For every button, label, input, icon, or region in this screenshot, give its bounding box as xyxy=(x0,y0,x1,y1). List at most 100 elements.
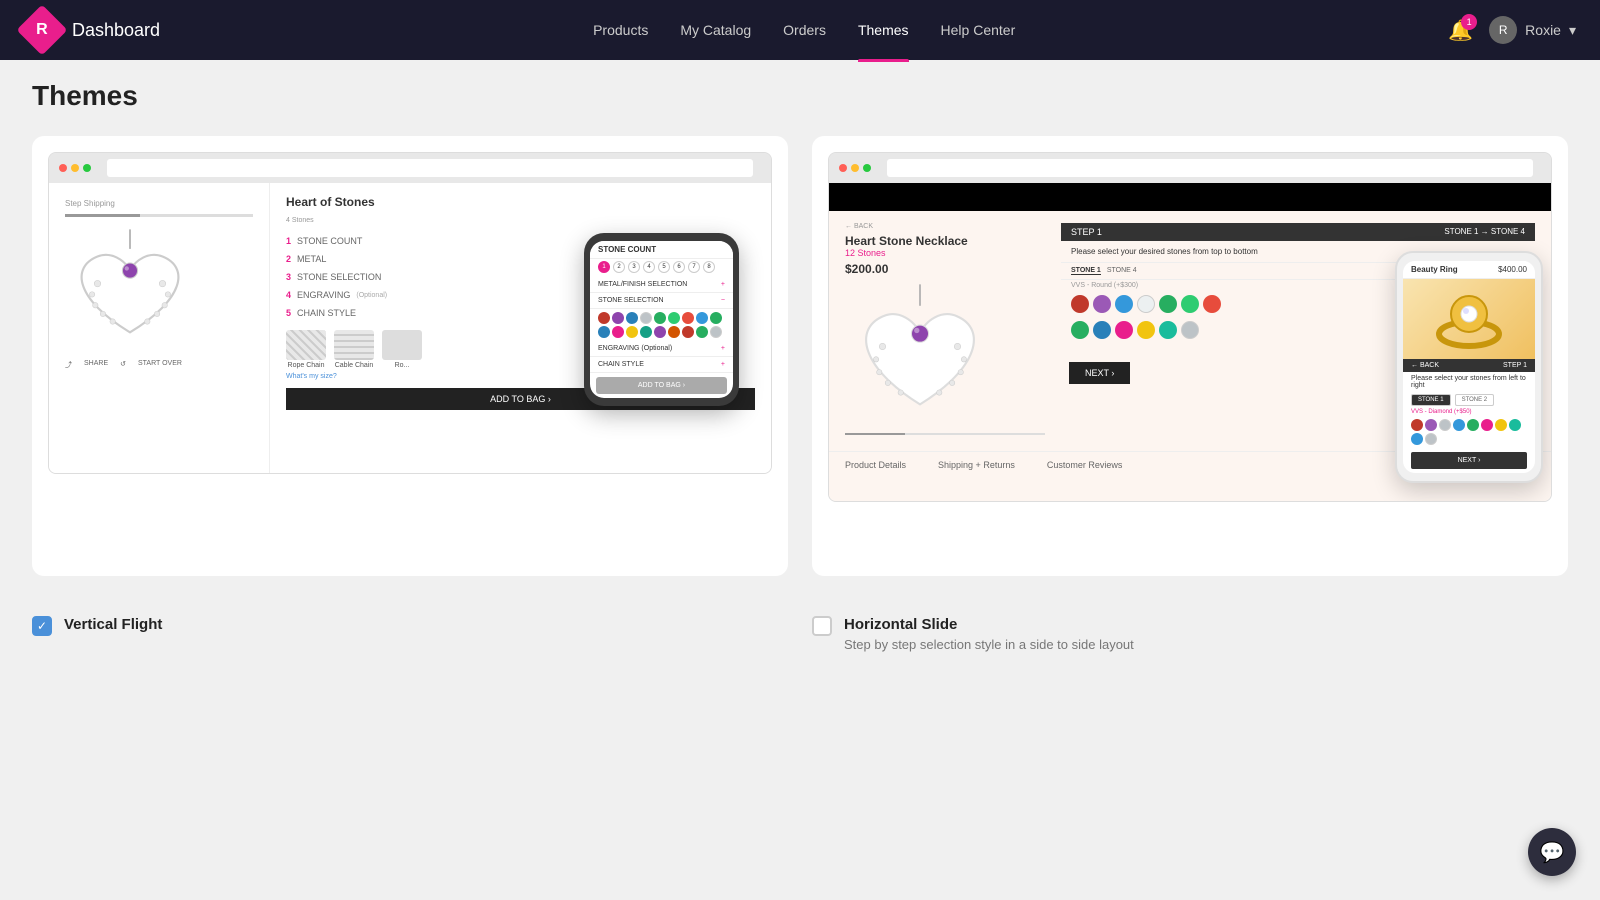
phone-metal-section[interactable]: METAL/FINISH SELECTION + xyxy=(590,277,733,293)
hs-stone-pink[interactable] xyxy=(1115,321,1133,339)
share-icon[interactable]: ⤴ xyxy=(65,360,72,370)
nav-help-center[interactable]: Help Center xyxy=(941,16,1016,44)
pr-stone-blue[interactable] xyxy=(1453,419,1465,431)
phone-stone-green1[interactable] xyxy=(654,312,666,324)
hs-stone-green2[interactable] xyxy=(1071,321,1089,339)
pr-stone-purple[interactable] xyxy=(1425,419,1437,431)
hs-stone-tab-2[interactable]: STONE 4 xyxy=(1107,267,1137,275)
horizontal-slide-title: Horizontal Slide xyxy=(844,616,1134,633)
hs-stone-red2[interactable] xyxy=(1203,295,1221,313)
stone-num-2[interactable]: 2 xyxy=(613,261,625,273)
phone-stone-yellow[interactable] xyxy=(626,326,638,338)
header-right: 🔔 1 R Roxie ▾ xyxy=(1448,16,1576,44)
phone-stone-green4[interactable] xyxy=(696,326,708,338)
pr-next-button[interactable]: NEXT › xyxy=(1411,452,1527,469)
chat-button[interactable]: 💬 xyxy=(1528,828,1576,876)
pr-stone-teal[interactable] xyxy=(1509,419,1521,431)
phone-stone-blue[interactable] xyxy=(626,312,638,324)
phone-stone-darkred[interactable] xyxy=(682,326,694,338)
horizontal-slide-checkbox[interactable] xyxy=(812,616,832,636)
stone-num-4[interactable]: 4 xyxy=(643,261,655,273)
notification-button[interactable]: 🔔 1 xyxy=(1448,18,1473,43)
hs-stone-blue[interactable] xyxy=(1115,295,1133,313)
hs-subtitle: 12 Stones xyxy=(845,248,1045,258)
hs-stone-blue2[interactable] xyxy=(1093,321,1111,339)
vertical-flight-checkbox[interactable]: ✓ xyxy=(32,616,52,636)
pr-stone-blue2[interactable] xyxy=(1411,433,1423,445)
hs-tab-reviews[interactable]: Customer Reviews xyxy=(1047,460,1123,470)
nav-my-catalog[interactable]: My Catalog xyxy=(680,16,751,44)
share-label: SHARE xyxy=(84,360,108,370)
hs-stone-yellow[interactable] xyxy=(1137,321,1155,339)
phone-stone-purple[interactable] xyxy=(612,312,624,324)
hs-stone-teal[interactable] xyxy=(1159,321,1177,339)
phone-stone-selection-minus: − xyxy=(721,297,725,304)
stone-num-5[interactable]: 5 xyxy=(658,261,670,273)
hs-next-button[interactable]: NEXT › xyxy=(1069,362,1130,384)
step-optional-4: (Optional) xyxy=(356,292,387,299)
pr-stone-green[interactable] xyxy=(1467,419,1479,431)
pr-stone-white[interactable] xyxy=(1439,419,1451,431)
chat-icon: 💬 xyxy=(1540,840,1565,865)
chain-rope[interactable]: Rope Chain xyxy=(286,330,326,369)
hs-stone-green[interactable] xyxy=(1159,295,1177,313)
phone-stone-selection-section[interactable]: STONE SELECTION − xyxy=(590,293,733,309)
hs-stone-lightgreen[interactable] xyxy=(1181,295,1199,313)
dot-red-right xyxy=(839,164,847,172)
hs-stone-silver[interactable] xyxy=(1181,321,1199,339)
hs-stone-purple[interactable] xyxy=(1093,295,1111,313)
stone-num-7[interactable]: 7 xyxy=(688,261,700,273)
main-nav: Products My Catalog Orders Themes Help C… xyxy=(593,16,1015,44)
phone-stone-selection-label: STONE SELECTION xyxy=(598,297,664,304)
phone-stone-blue2[interactable] xyxy=(696,312,708,324)
app-title: Dashboard xyxy=(72,20,160,41)
phone-stone-white2[interactable] xyxy=(710,326,722,338)
refresh-icon[interactable]: ↺ xyxy=(120,360,126,370)
pr-stone-red[interactable] xyxy=(1411,419,1423,431)
pr-tab-stone2[interactable]: STONE 2 xyxy=(1455,394,1495,406)
logo-icon[interactable]: R xyxy=(17,5,68,56)
phone-stone-orange[interactable] xyxy=(668,326,680,338)
browser-dots-right xyxy=(839,164,871,172)
phone-stone-purple2[interactable] xyxy=(654,326,666,338)
nav-orders[interactable]: Orders xyxy=(783,16,826,44)
phone-stone-blue3[interactable] xyxy=(598,326,610,338)
chain-third[interactable]: Ro... xyxy=(382,330,422,369)
phone-stone-green3[interactable] xyxy=(710,312,722,324)
phone-stone-white[interactable] xyxy=(640,312,652,324)
hs-stone-tab-1[interactable]: STONE 1 xyxy=(1071,267,1101,275)
stone-num-8[interactable]: 8 xyxy=(703,261,715,273)
hs-tab-product-details[interactable]: Product Details xyxy=(845,460,906,470)
hs-tab-shipping[interactable]: Shipping + Returns xyxy=(938,460,1015,470)
pr-stone-silver[interactable] xyxy=(1425,433,1437,445)
stone-num-1[interactable]: 1 xyxy=(598,261,610,273)
phone-chain-style-section[interactable]: CHAIN STYLE + xyxy=(590,357,733,373)
phone-stone-pink[interactable] xyxy=(612,326,624,338)
pr-stone-yellow[interactable] xyxy=(1495,419,1507,431)
phone-stone-teal[interactable] xyxy=(640,326,652,338)
phone-stone-green2[interactable] xyxy=(668,312,680,324)
phone-add-to-bag-button[interactable]: ADD TO BAG › xyxy=(596,377,727,394)
vertical-flight-info: Vertical Flight xyxy=(64,616,162,637)
phone-engraving-section[interactable]: ENGRAVING (Optional) + xyxy=(590,341,733,357)
step-num-4: 4 xyxy=(286,290,291,300)
phone-chain-style-label: CHAIN STYLE xyxy=(598,361,644,368)
phone-stone-red2[interactable] xyxy=(682,312,694,324)
chain-cable[interactable]: Cable Chain xyxy=(334,330,374,369)
hs-stone-red[interactable] xyxy=(1071,295,1089,313)
hs-stone-white[interactable] xyxy=(1137,295,1155,313)
stone-num-3[interactable]: 3 xyxy=(628,261,640,273)
pr-stone-pink[interactable] xyxy=(1481,419,1493,431)
pr-tab-stone1[interactable]: STONE 1 xyxy=(1411,394,1451,406)
stone-num-6[interactable]: 6 xyxy=(673,261,685,273)
step-label-5: CHAIN STYLE xyxy=(297,308,356,318)
pr-header: Beauty Ring $400.00 xyxy=(1403,261,1535,279)
user-avatar: R xyxy=(1489,16,1517,44)
nav-themes[interactable]: Themes xyxy=(858,16,909,44)
nav-products[interactable]: Products xyxy=(593,16,648,44)
phone-stone-red[interactable] xyxy=(598,312,610,324)
user-menu[interactable]: R Roxie ▾ xyxy=(1489,16,1576,44)
phone-engraving-plus: + xyxy=(721,345,725,352)
pr-step-label: STEP 1 xyxy=(1503,362,1527,369)
hs-product-info: ← BACK Heart Stone Necklace 12 Stones $2… xyxy=(845,223,1045,439)
